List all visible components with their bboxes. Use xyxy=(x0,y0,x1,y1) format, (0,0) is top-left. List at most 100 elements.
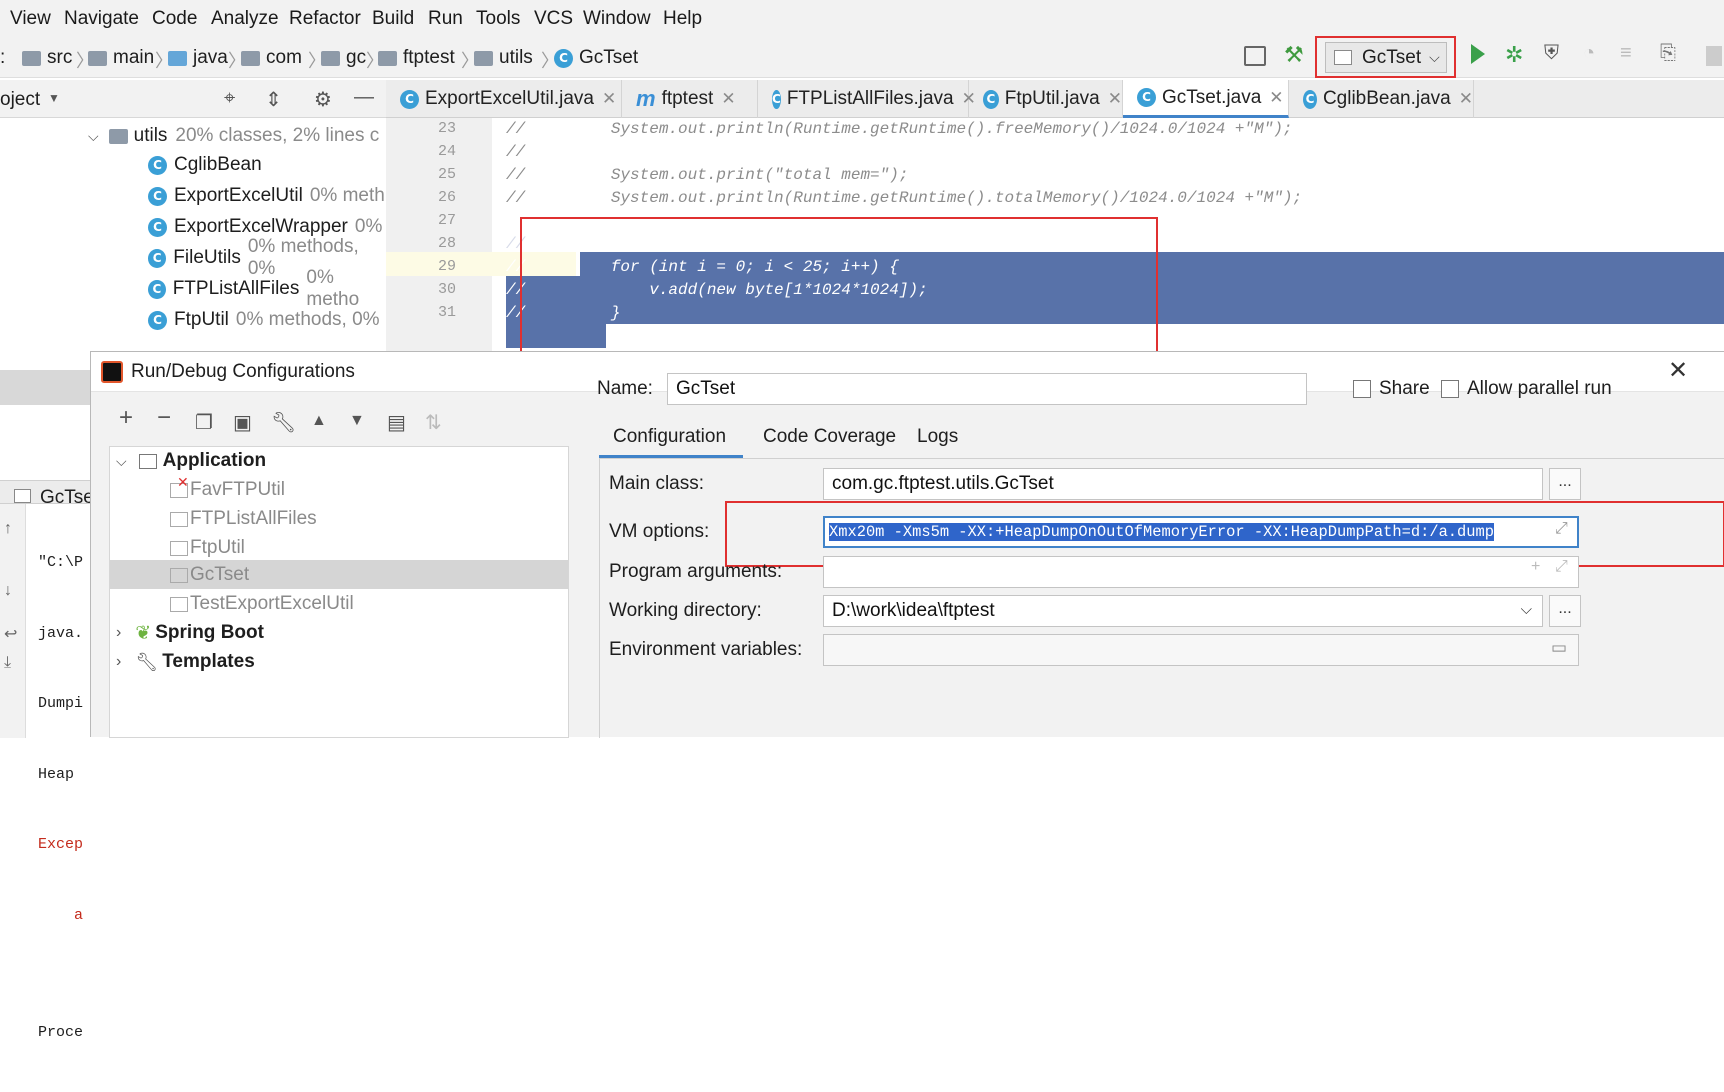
run-icon[interactable] xyxy=(1471,44,1485,64)
menu-analyze[interactable]: Analyze xyxy=(211,8,279,30)
expand-icon[interactable]: ⤢ xyxy=(1555,558,1568,576)
tree-node-templates[interactable]: › 🔧︎ Templates xyxy=(116,648,255,676)
name-input[interactable]: GcTset xyxy=(667,373,1307,405)
working-directory-input[interactable]: D:\work\idea\ftptest ⌵ xyxy=(823,595,1543,627)
tab-gctset[interactable]: C GcTset.java ✕ xyxy=(1123,80,1289,118)
menu-build[interactable]: Build xyxy=(372,8,414,30)
gear-icon[interactable]: ⚙ xyxy=(314,87,332,112)
breadcrumb-utils[interactable]: utils xyxy=(474,44,533,72)
editor-tabs: C ExportExcelUtil.java ✕ m ftptest ✕ C FTPLis… xyxy=(386,80,1724,118)
stop-icon[interactable] xyxy=(1706,46,1722,66)
collapse-all-icon[interactable]: ⇕ xyxy=(265,87,282,112)
breadcrumb-ftptest[interactable]: ftptest xyxy=(378,44,455,72)
line-number: 28 xyxy=(437,235,456,252)
folder-add-icon[interactable]: ▤ xyxy=(387,410,406,435)
class-icon: C xyxy=(148,248,167,268)
allow-parallel-checkbox[interactable]: Allow parallel run xyxy=(1441,378,1612,400)
close-icon[interactable]: ✕ xyxy=(602,89,616,109)
breadcrumb-src[interactable]: src xyxy=(22,44,72,72)
breadcrumb-com[interactable]: com xyxy=(241,44,302,72)
tab-configuration[interactable]: Configuration xyxy=(613,426,726,448)
copy-icon[interactable]: ❐ xyxy=(195,410,213,435)
close-icon[interactable]: ✕ xyxy=(1108,89,1122,109)
menu-code[interactable]: Code xyxy=(152,8,197,30)
breadcrumb-main[interactable]: main xyxy=(88,44,154,72)
menu-vcs[interactable]: VCS xyxy=(534,8,573,30)
folder-icon xyxy=(22,50,41,66)
sort-icon[interactable]: ⇅ xyxy=(425,410,442,435)
breadcrumb-java[interactable]: java xyxy=(168,44,228,72)
share-checkbox[interactable]: Share xyxy=(1353,378,1430,400)
wrench-icon[interactable]: 🔧︎ xyxy=(271,410,296,435)
tab-cglibbean[interactable]: C CglibBean.java ✕ xyxy=(1289,80,1474,118)
arrow-up-icon[interactable]: ↑ xyxy=(4,520,12,538)
class-icon: C xyxy=(1137,88,1156,107)
menu-refactor[interactable]: Refactor xyxy=(289,8,361,30)
tab-ftputil[interactable]: C FtpUtil.java ✕ xyxy=(969,80,1123,118)
tab-logs[interactable]: Logs xyxy=(917,426,958,448)
coverage-icon[interactable]: ⛨ xyxy=(1544,42,1559,65)
menu-navigate[interactable]: Navigate xyxy=(64,8,139,30)
line-number: 29 xyxy=(437,258,456,275)
source-folder-icon xyxy=(168,50,187,66)
config-item[interactable]: ✕ FavFTPUtil xyxy=(170,474,285,504)
tab-exportexcelutil[interactable]: C ExportExcelUtil.java ✕ xyxy=(386,80,622,118)
move-down-icon[interactable]: ▼ xyxy=(349,412,365,430)
wrap-icon[interactable]: ↩ xyxy=(4,624,17,644)
tree-node-spring-boot[interactable]: › ❦ Spring Boot xyxy=(116,619,264,647)
close-icon[interactable]: ✕ xyxy=(721,89,735,109)
dropdown-arrow-icon[interactable]: ▼ xyxy=(48,91,60,105)
main-class-label: Main class: xyxy=(609,473,705,494)
run-list-icon[interactable]: ≡ xyxy=(1620,42,1632,65)
config-item[interactable]: FTPListAllFiles xyxy=(170,505,317,533)
minimize-icon[interactable]: — xyxy=(354,86,374,109)
close-icon[interactable]: ✕ xyxy=(1459,89,1473,109)
profile-icon[interactable]: ◔ xyxy=(1583,42,1595,65)
package-icon xyxy=(241,50,260,66)
close-icon[interactable]: ✕ xyxy=(1668,356,1688,385)
tree-item[interactable]: C FtpUtil 0% methods, 0% xyxy=(148,306,380,334)
tree-item[interactable]: C FTPListAllFiles 0% metho xyxy=(148,267,386,310)
application-config-icon xyxy=(170,511,188,527)
tree-node-application[interactable]: ⌵ Application xyxy=(116,447,266,475)
scroll-end-icon[interactable]: ⤓ xyxy=(4,654,11,672)
debug-icon[interactable]: ✲ xyxy=(1505,42,1523,68)
move-up-icon[interactable]: ▲ xyxy=(311,412,327,430)
environment-variables-input[interactable] xyxy=(823,634,1579,666)
menu-run[interactable]: Run xyxy=(428,8,463,30)
program-arguments-input[interactable] xyxy=(823,556,1579,588)
tab-ftptest[interactable]: m ftptest ✕ xyxy=(622,80,758,118)
menu-tools[interactable]: Tools xyxy=(476,8,520,30)
config-error-icon: ✕ xyxy=(170,474,189,498)
config-item[interactable]: TestExportExcelUtil xyxy=(170,590,354,618)
main-class-browse-button[interactable]: ... xyxy=(1549,468,1581,500)
breadcrumb-gc[interactable]: gc xyxy=(321,44,366,72)
project-panel-title[interactable]: oject xyxy=(0,89,40,111)
folder-icon[interactable]: ▭ xyxy=(1551,638,1567,658)
menu-view[interactable]: View xyxy=(10,8,51,30)
tree-item[interactable]: C CglibBean xyxy=(148,151,269,179)
close-icon[interactable]: ✕ xyxy=(1269,88,1283,108)
add-icon[interactable]: + xyxy=(119,404,133,432)
locate-icon[interactable]: ⌖ xyxy=(224,87,235,110)
save-icon[interactable]: ▣ xyxy=(233,410,252,435)
add-icon[interactable]: + xyxy=(1531,558,1540,576)
build-hammer-icon[interactable]: ⚒ xyxy=(1284,42,1304,68)
main-class-input[interactable]: com.gc.ftptest.utils.GcTset xyxy=(823,468,1543,500)
config-item-selected[interactable]: GcTset xyxy=(170,561,249,589)
remove-icon[interactable]: − xyxy=(157,404,171,432)
menu-window[interactable]: Window xyxy=(583,8,651,30)
layout-icon[interactable] xyxy=(1244,46,1266,66)
tab-code-coverage[interactable]: Code Coverage xyxy=(763,426,896,448)
working-directory-browse-button[interactable]: ... xyxy=(1549,595,1581,627)
line-number: 25 xyxy=(437,166,456,183)
stop-config-icon[interactable]: ⎘ xyxy=(1660,42,1676,65)
tab-ftplistallfiles[interactable]: C FTPListAllFiles.java ✕ xyxy=(758,80,976,118)
tree-folder-utils[interactable]: ⌵ utils 20% classes, 2% lines c xyxy=(88,122,379,150)
config-item[interactable]: FtpUtil xyxy=(170,534,245,562)
arrow-down-icon[interactable]: ↓ xyxy=(4,582,12,600)
tree-item[interactable]: C ExportExcelUtil 0% meth xyxy=(148,182,385,210)
chevron-down-icon[interactable]: ⌵ xyxy=(1521,601,1532,618)
menu-help[interactable]: Help xyxy=(663,8,702,30)
breadcrumb-gctset[interactable]: C GcTset xyxy=(554,44,638,72)
